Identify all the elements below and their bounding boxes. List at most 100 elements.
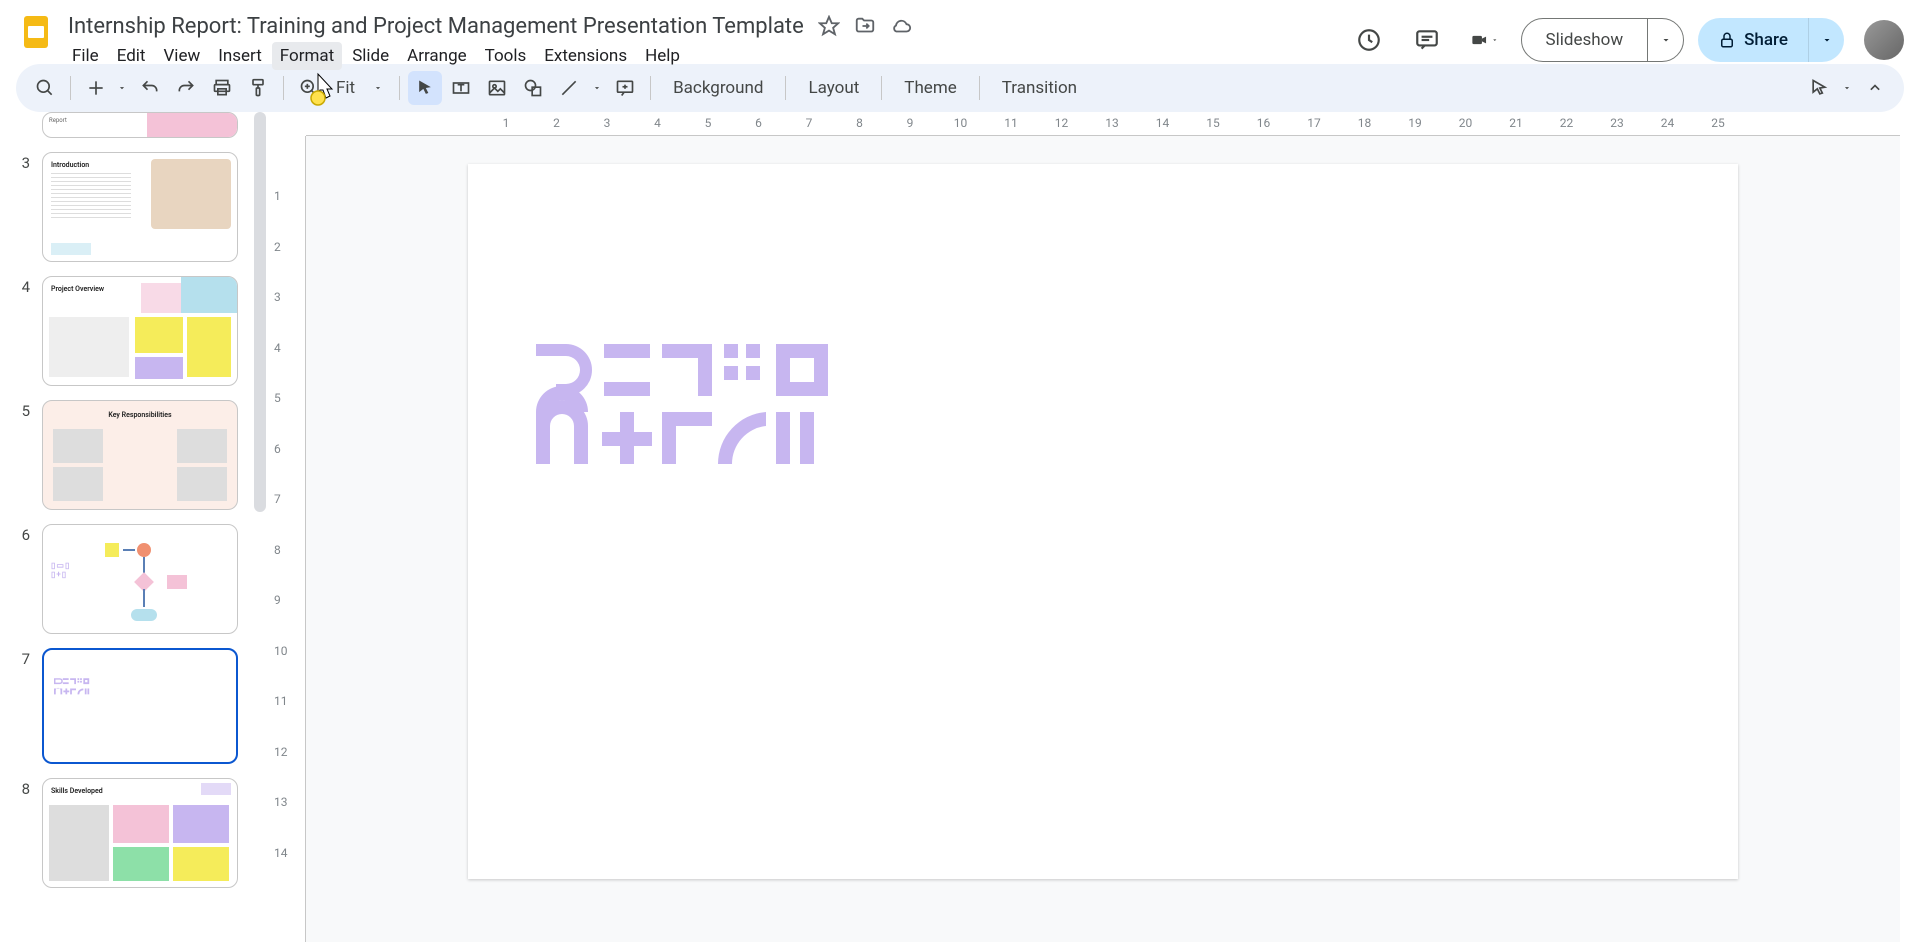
video-call-button[interactable] <box>1463 18 1507 62</box>
thumb-number <box>16 112 30 114</box>
separator <box>979 76 980 100</box>
thumb-title: Project Overview <box>51 285 104 293</box>
comments-icon[interactable] <box>1405 18 1449 62</box>
move-folder-icon[interactable] <box>854 15 876 37</box>
thumbnail-4[interactable]: Project Overview <box>42 276 238 386</box>
ruler-vertical[interactable]: 1234567891011121314 <box>270 136 306 942</box>
ruler-horizontal[interactable]: 1234567891011121314151617181920212223242… <box>306 112 1900 136</box>
title-row: Internship Report: Training and Project … <box>64 12 912 40</box>
thumbnail-row: 6 ▯▭▯▯+▯ <box>16 524 262 634</box>
chevron-down-icon <box>1821 34 1833 46</box>
theme-button[interactable]: Theme <box>890 71 970 105</box>
share-dropdown[interactable] <box>1808 18 1844 62</box>
menu-tools[interactable]: Tools <box>477 42 535 70</box>
chevron-down-icon <box>1491 34 1499 46</box>
select-tool[interactable] <box>408 71 442 105</box>
menu-slide[interactable]: Slide <box>344 42 397 70</box>
textbox-tool[interactable] <box>444 71 478 105</box>
account-avatar[interactable] <box>1864 20 1904 60</box>
version-history-icon[interactable] <box>1347 18 1391 62</box>
zoom-icon-button[interactable] <box>292 71 326 105</box>
separator <box>881 76 882 100</box>
mode-cursor-icon[interactable] <box>1802 71 1836 105</box>
collapse-toolbar-icon[interactable] <box>1858 71 1892 105</box>
thumb-number: 6 <box>16 524 30 544</box>
image-tool[interactable] <box>480 71 514 105</box>
new-slide-dropdown[interactable] <box>113 71 131 105</box>
toolbar-right <box>1802 71 1892 105</box>
plus-icon[interactable] <box>79 71 113 105</box>
cloud-saved-icon[interactable] <box>890 15 912 37</box>
menu-help[interactable]: Help <box>637 42 688 70</box>
line-dropdown[interactable] <box>588 71 606 105</box>
slideshow-dropdown[interactable] <box>1647 19 1683 61</box>
thumbnail-7-selected[interactable] <box>42 648 238 764</box>
transition-button[interactable]: Transition <box>988 71 1091 105</box>
shape-tool[interactable] <box>516 71 550 105</box>
thumb-number: 8 <box>16 778 30 798</box>
thumb-number: 4 <box>16 276 30 296</box>
thumbnail-row: 8 Skills Developed <box>16 778 262 888</box>
thumb-number: 5 <box>16 400 30 420</box>
doc-status-icons <box>818 15 912 37</box>
editor-area: 1234567891011121314151617181920212223242… <box>270 112 1920 942</box>
canvas-area[interactable] <box>306 136 1900 942</box>
thumb-title: Introduction <box>51 161 89 169</box>
mode-dropdown[interactable] <box>1838 71 1856 105</box>
thumbnail-row: 5 Key Responsibilities <box>16 400 262 510</box>
redo-button[interactable] <box>169 71 203 105</box>
menu-format[interactable]: Format <box>272 42 342 70</box>
document-title[interactable]: Internship Report: Training and Project … <box>64 12 808 41</box>
thumbnail-8[interactable]: Skills Developed <box>42 778 238 888</box>
slideshow-main[interactable]: Slideshow <box>1522 19 1648 61</box>
layout-button[interactable]: Layout <box>794 71 873 105</box>
background-button[interactable]: Background <box>659 71 777 105</box>
thumb-title: Report <box>49 117 67 124</box>
search-menus-button[interactable] <box>28 71 62 105</box>
share-label: Share <box>1744 30 1788 50</box>
comment-tool[interactable] <box>608 71 642 105</box>
zoom-select[interactable]: Fit <box>328 78 391 98</box>
separator <box>650 76 651 100</box>
zoom-value: Fit <box>336 78 355 98</box>
thumbnail-6[interactable]: ▯▭▯▯+▯ <box>42 524 238 634</box>
abstract-logo-thumb <box>54 676 98 698</box>
lock-icon <box>1718 31 1736 49</box>
menu-file[interactable]: File <box>64 42 107 70</box>
menu-view[interactable]: View <box>155 42 208 70</box>
title-menu-block: Internship Report: Training and Project … <box>64 12 912 70</box>
menu-bar: File Edit View Insert Format Slide Arran… <box>64 42 912 70</box>
line-tool[interactable] <box>552 71 586 105</box>
menu-insert[interactable]: Insert <box>210 42 270 70</box>
thumb-number: 3 <box>16 152 30 172</box>
thumb-title: Key Responsibilities <box>108 411 171 419</box>
toolbar: Fit Background Layout Theme Transition <box>16 64 1904 112</box>
slide-canvas[interactable] <box>468 164 1738 879</box>
thumbnail-3[interactable]: Introduction <box>42 152 238 262</box>
abstract-logo-graphic[interactable] <box>536 344 836 468</box>
share-button: Share <box>1698 18 1844 62</box>
thumbnail-2-partial[interactable]: Report <box>42 112 238 138</box>
menu-edit[interactable]: Edit <box>109 42 154 70</box>
logo-title-area: Internship Report: Training and Project … <box>16 8 912 70</box>
slides-logo-icon[interactable] <box>16 12 56 52</box>
thumbnail-row: 3 Introduction <box>16 152 262 262</box>
menu-arrange[interactable]: Arrange <box>399 42 474 70</box>
print-button[interactable] <box>205 71 239 105</box>
menu-extensions[interactable]: Extensions <box>536 42 635 70</box>
share-main[interactable]: Share <box>1698 18 1808 62</box>
thumbnail-row-partial: Report <box>16 112 262 138</box>
chevron-down-icon <box>1660 34 1672 46</box>
new-slide-button[interactable] <box>79 71 131 105</box>
main-area: Report 3 Introduction 4 Project Overview <box>0 112 1920 942</box>
thumbnail-row: 4 Project Overview <box>16 276 262 386</box>
thumbnail-scrollbar[interactable] <box>254 112 266 512</box>
star-icon[interactable] <box>818 15 840 37</box>
thumbnail-5[interactable]: Key Responsibilities <box>42 400 238 510</box>
paint-format-button[interactable] <box>241 71 275 105</box>
separator <box>283 76 284 100</box>
toolbar-container: Fit Background Layout Theme Transition <box>0 64 1920 112</box>
undo-button[interactable] <box>133 71 167 105</box>
separator <box>70 76 71 100</box>
thumbnail-panel[interactable]: Report 3 Introduction 4 Project Overview <box>0 112 270 942</box>
